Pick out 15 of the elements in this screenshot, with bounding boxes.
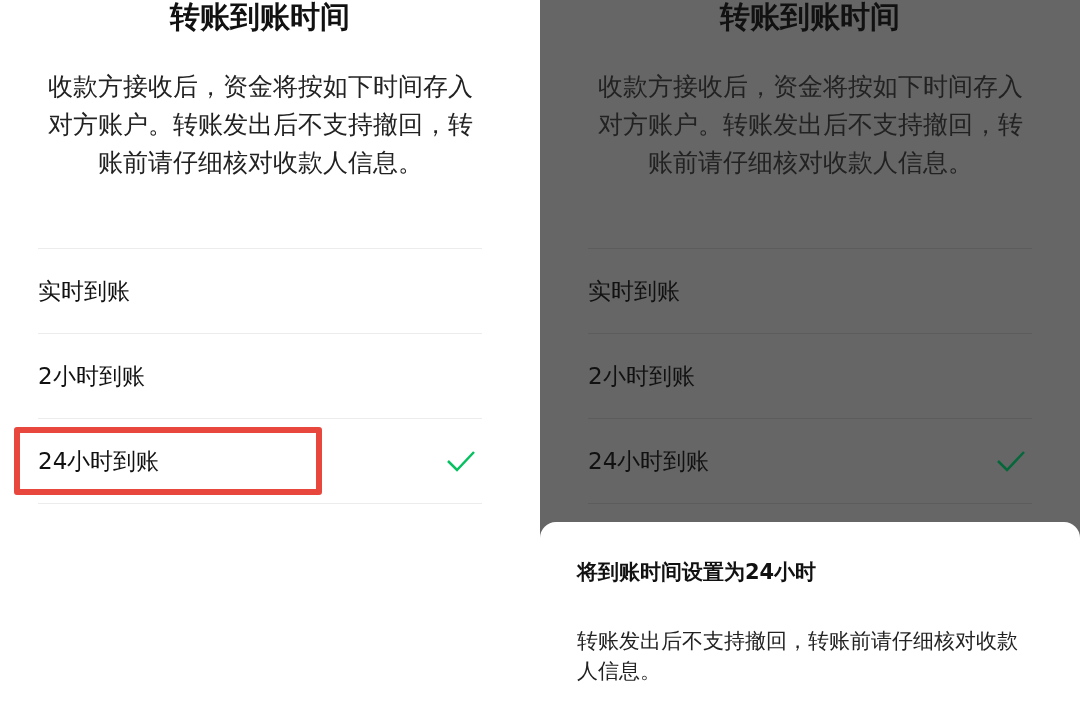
option-row[interactable]: 24小时到账: [14, 419, 482, 503]
option-label: 2小时到账: [38, 361, 145, 391]
description-text: 收款方接收后，资金将按如下时间存入对方账户。转账发出后不支持撤回，转账前请仔细核对收款人信息。: [596, 71, 1024, 179]
description-text: 收款方接收后，资金将按如下时间存入对方账户。转账发出后不支持撤回，转账前请仔细核对收款人信息。: [46, 71, 474, 179]
highlighted-option-label: 24小时到账: [14, 427, 322, 495]
option-label: 实时到账: [588, 276, 680, 306]
option-label: 实时到账: [38, 276, 130, 306]
option-row[interactable]: 实时到账: [14, 249, 482, 333]
option-label: 2小时到账: [588, 361, 695, 391]
sheet-title: 将到账时间设置为24小时: [577, 559, 818, 586]
option-row[interactable]: 2小时到账: [14, 334, 482, 418]
option-label: 24小时到账: [588, 446, 710, 476]
page-title: 转账到账时间: [720, 2, 900, 32]
page-title: 转账到账时间: [170, 2, 350, 32]
sheet-message: 转账发出后不支持撤回，转账前请仔细核对收款人信息。: [577, 628, 1019, 685]
